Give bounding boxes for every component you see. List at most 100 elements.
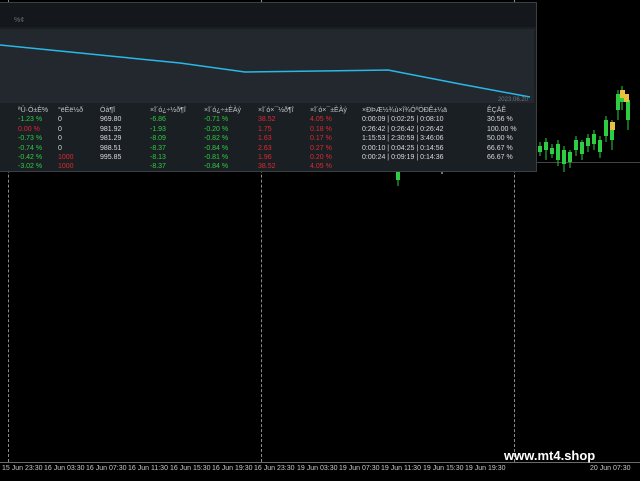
equity-line-chart (0, 44, 531, 98)
table-cell: -0.82 % (204, 135, 229, 143)
time-axis-label: 16 Jun 03:30 (44, 465, 85, 472)
column-header: °ëÈë½ð (58, 107, 83, 114)
column-header: ªÛ·Ó±È% (18, 107, 49, 114)
table-cell: 981.92 (100, 125, 122, 133)
table-cell: -8.37 (150, 163, 166, 171)
table-cell: 4.05 % (310, 163, 332, 171)
time-axis-label: 16 Jun 07:30 (86, 465, 127, 472)
table-cell: -1.93 (150, 125, 166, 133)
trade-marker (624, 94, 629, 102)
table-cell: -3.02 % (18, 163, 43, 171)
stats-panel: %¢ 2023.06.20 ªÛ·Ó±È% °ëÈë½ð Óà¶î ×î´ó¿÷… (0, 2, 537, 172)
table-cell: -8.09 (150, 135, 166, 143)
table-cell: 38.52 (258, 116, 276, 124)
table-cell: 66.67 % (487, 144, 513, 152)
column-header: ×î´ó×¯±ÈÀý (310, 107, 347, 114)
trade-marker (610, 122, 615, 130)
table-cell: 66.67 % (487, 154, 513, 162)
time-axis-label: 15 Jun 23:30 (2, 465, 43, 472)
table-cell: 969.80 (100, 116, 122, 124)
table-cell: 30.56 % (487, 116, 513, 124)
table-row: 0.00 % 0 981.92 -1.93 -0.20 % 1.75 0.18 % 0:26:… (18, 125, 527, 134)
equity-line (0, 44, 531, 98)
table-row: -0.74 % 0 988.51 -8.37 -0.84 % 2.63 0.27 % 0:00… (18, 144, 527, 153)
time-axis-label: 16 Jun 23:30 (254, 465, 295, 472)
time-axis-label: 16 Jun 19:30 (212, 465, 253, 472)
table-cell: 50.00 % (487, 135, 513, 143)
table-cell: 0:00:09 | 0:02:25 | 0:08:10 (362, 116, 444, 124)
time-axis-label: 19 Jun 11:30 (381, 465, 421, 472)
graph-date-label: 2023.06.20 (497, 97, 528, 103)
table-cell: 1.96 (258, 154, 272, 162)
table-cell: 995.85 (100, 154, 122, 162)
watermark: www.mt4.shop (504, 448, 596, 463)
table-cell: 0 (58, 144, 62, 152)
table-cell: 0.20 % (310, 154, 332, 162)
table-cell: -0.84 % (204, 163, 229, 171)
column-header: ×î´ó¿÷±ÈÀý (204, 107, 242, 114)
stats-table: ªÛ·Ó±È% °ëÈë½ð Óà¶î ×î´ó¿÷½ð¶î ×î´ó¿÷±ÈÀ… (18, 106, 527, 172)
table-cell: 0:00:10 | 0:04:25 | 0:14:56 (362, 144, 444, 152)
candle-body (626, 100, 630, 120)
table-cell: 0 (58, 135, 62, 143)
time-axis-label: 19 Jun 15:30 (423, 465, 464, 472)
candle-body (598, 140, 602, 152)
panel-title: %¢ (14, 17, 25, 24)
table-cell: 1000 (58, 163, 74, 171)
table-cell: 38.52 (258, 163, 276, 171)
column-header: ×î´ó¿÷½ð¶î (150, 107, 186, 114)
table-cell (100, 162, 150, 171)
column-header: Óà¶î (100, 107, 116, 114)
table-cell: 1.75 (258, 125, 272, 133)
time-axis: 15 Jun 23:30 16 Jun 03:30 16 Jun 07:30 16 J… (0, 462, 640, 481)
table-cell: 0.00 % (18, 125, 40, 133)
candle-body (616, 94, 620, 110)
table-cell: 100.00 % (487, 125, 517, 133)
table-header-row: ªÛ·Ó±È% °ëÈë½ð Óà¶î ×î´ó¿÷½ð¶î ×î´ó¿÷±ÈÀ… (18, 106, 527, 115)
candle-body (538, 146, 542, 152)
panel-header (0, 3, 536, 27)
table-cell: 0.18 % (310, 125, 332, 133)
table-cell: -0.42 % (18, 154, 43, 162)
table-cell: -0.73 % (18, 135, 43, 143)
time-axis-label: 16 Jun 11:30 (128, 465, 168, 472)
candle-body (586, 138, 590, 146)
equity-graph: 2023.06.20 (0, 29, 534, 103)
candle-body (550, 148, 554, 154)
table-cell: 4.05 % (310, 116, 332, 124)
time-axis-label: 20 Jun 07:30 (590, 465, 631, 472)
table-cell: -1.23 % (18, 116, 43, 124)
table-cell: -0.71 % (204, 116, 229, 124)
table-cell: 0:26:42 | 0:26:42 | 0:26:42 (362, 125, 444, 133)
table-cell: -0.81 % (204, 154, 229, 162)
candle-body (604, 120, 608, 136)
table-cell (487, 162, 527, 171)
table-cell: -8.13 (150, 154, 166, 162)
table-cell: -8.37 (150, 144, 166, 152)
table-cell: -0.74 % (18, 144, 43, 152)
table-cell: 1.63 (258, 135, 272, 143)
table-cell: 0 (58, 116, 62, 124)
column-header: ×î´ó×¯½ð¶î (258, 107, 294, 114)
candle-body (556, 144, 560, 160)
table-row: -1.23 % 0 969.80 -6.86 -0.71 % 38.52 4.05 % 0:0… (18, 115, 527, 124)
table-cell: -6.86 (150, 116, 166, 124)
table-cell (362, 162, 487, 171)
candle-body (562, 150, 566, 164)
candle-body (580, 142, 584, 154)
time-axis-label: 19 Jun 07:30 (339, 465, 380, 472)
table-cell: 0:00:24 | 0:09:19 | 0:14:36 (362, 154, 444, 162)
table-row: -0.73 % 0 981.29 -8.09 -0.82 % 1.63 0.17 % 1:15… (18, 134, 527, 143)
column-header: ×ÐÞÆ½¾ù×î¾ÓºÓÐÊ±¼ä (362, 107, 447, 114)
table-cell: 0 (58, 125, 62, 133)
time-axis-label: 16 Jun 15:30 (170, 465, 211, 472)
table-cell: 1000 (58, 154, 74, 162)
table-cell: -0.20 % (204, 125, 229, 133)
candle-body (544, 142, 548, 150)
column-header: ÊÇÄÊ (487, 107, 507, 114)
time-axis-label: 19 Jun 19:30 (465, 465, 506, 472)
candle-body (568, 152, 572, 162)
table-row: -0.42 % 1000 995.85 -8.13 -0.81 % 1.96 0.20 % 0… (18, 153, 527, 162)
candlestick-series (538, 86, 630, 172)
time-axis-label: 19 Jun 03:30 (297, 465, 338, 472)
